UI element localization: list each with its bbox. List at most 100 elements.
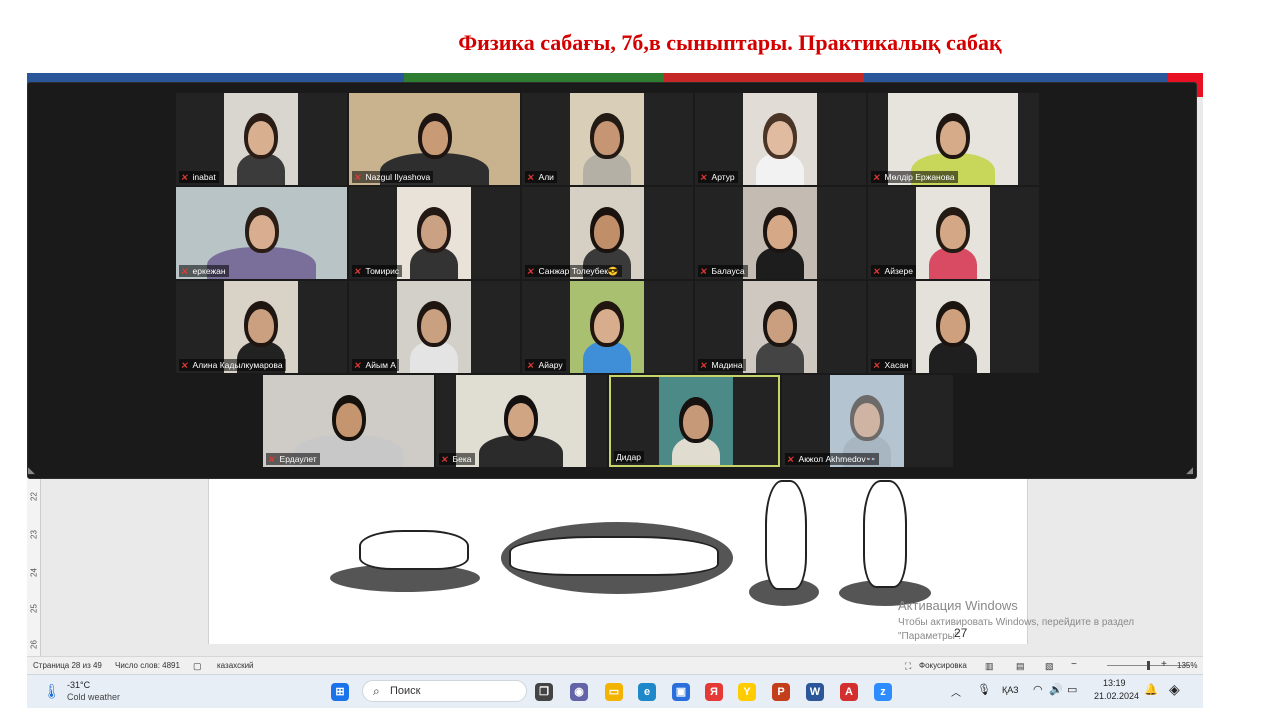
yandex-icon[interactable]: Я <box>705 683 723 701</box>
battery-icon[interactable]: ▭ <box>1067 683 1077 696</box>
language-indicator[interactable]: казахский <box>217 661 254 670</box>
participant-tile[interactable]: ⨯ Балауса <box>695 187 866 279</box>
taskbar-search[interactable]: ⌕ Поиск <box>362 680 527 702</box>
participant-face <box>248 121 274 155</box>
participant-tile[interactable]: ⨯ Хасан <box>868 281 1039 373</box>
notification-bell-icon[interactable]: 🔔 <box>1144 683 1158 696</box>
muted-microphone-icon: ⨯ <box>526 172 536 182</box>
zoom-level[interactable]: 135% <box>1177 661 1197 670</box>
participant-nameplate: ⨯ Nazgul Ilyashova <box>352 171 434 183</box>
participant-name: еркежан <box>192 266 226 276</box>
taskview-icon[interactable]: ❐ <box>535 683 553 701</box>
participant-face <box>248 215 275 249</box>
participant-tile[interactable]: ⨯ Алина Кадылкумарова <box>176 281 347 373</box>
chat-icon[interactable]: ◉ <box>570 683 588 701</box>
weather-temperature[interactable]: -31°C <box>67 680 90 690</box>
participant-tile[interactable]: ⨯ Али <box>522 93 693 185</box>
participant-tile[interactable]: ⨯ Акжол Akhmedov👓 <box>782 375 953 467</box>
participant-tile[interactable]: ⨯ Ердаулет <box>263 375 434 467</box>
participant-name: Алина Кадылкумарова <box>192 360 283 370</box>
participant-tile[interactable]: ⨯ Айару <box>522 281 693 373</box>
participant-tile[interactable]: ⨯ Айзере <box>868 187 1039 279</box>
powerpoint-icon[interactable]: P <box>772 683 790 701</box>
participant-video <box>916 187 990 279</box>
keyboard-language[interactable]: ҚАЗ <box>1002 685 1019 695</box>
participant-tile[interactable]: ⨯ Артур <box>695 93 866 185</box>
word-count[interactable]: Число слов: 4891 <box>115 661 180 670</box>
microphone-icon[interactable]: 🎙 <box>977 683 991 696</box>
participant-nameplate: ⨯ Айару <box>525 359 566 371</box>
participant-tile[interactable]: ⨯ Nazgul Ilyashova <box>349 93 520 185</box>
web-layout-icon[interactable]: ▧ <box>1045 661 1054 672</box>
participant-nameplate: ⨯ Хасан <box>871 359 912 371</box>
start-icon[interactable]: ⊞ <box>331 683 349 701</box>
participant-nameplate: ⨯ Айзере <box>871 265 916 277</box>
participant-name: inabat <box>192 172 216 182</box>
muted-microphone-icon: ⨯ <box>699 172 709 182</box>
participant-tile[interactable]: ⨯ Бека <box>436 375 607 467</box>
participant-tile[interactable]: ⨯ inabat <box>176 93 347 185</box>
participant-video <box>743 281 817 373</box>
zoom-icon[interactable]: z <box>874 683 892 701</box>
word-icon[interactable]: W <box>806 683 824 701</box>
participant-name: Ердаулет <box>279 454 317 464</box>
participant-tile[interactable]: ⨯ Томирис <box>349 187 520 279</box>
participant-face <box>767 309 793 343</box>
participant-tile[interactable]: ⨯ Санжар Толеубек😎 <box>522 187 693 279</box>
participant-tile[interactable]: ⨯ Айым А <box>349 281 520 373</box>
copilot-icon[interactable]: ◈ <box>1169 681 1180 698</box>
page-count[interactable]: Страница 28 из 49 <box>33 661 102 670</box>
wifi-icon[interactable]: ◠ <box>1033 683 1043 696</box>
participant-nameplate: ⨯ inabat <box>179 171 219 183</box>
store-icon[interactable]: ▣ <box>672 683 690 701</box>
focus-icon[interactable]: ⛶ <box>905 661 911 672</box>
participant-video <box>659 377 733 465</box>
activation-title: Активация Windows <box>898 598 1018 613</box>
print-layout-icon[interactable]: ▤ <box>1016 661 1025 672</box>
participant-video <box>570 281 644 373</box>
yandex-browser-icon[interactable]: Y <box>738 683 756 701</box>
participant-tile[interactable]: Дидар <box>609 375 780 467</box>
participant-nameplate: ⨯ Мөлдір Ержанова <box>871 171 958 183</box>
edge-icon[interactable]: e <box>638 683 656 701</box>
volume-icon[interactable]: 🔊 <box>1049 683 1063 696</box>
explorer-icon[interactable]: ▭ <box>605 683 623 701</box>
resize-grip-icon[interactable]: ◢ <box>1186 465 1193 476</box>
participant-name: Санжар Толеубек😎 <box>538 266 619 276</box>
clock-time[interactable]: 13:19 <box>1103 678 1126 688</box>
exercise-figure-standing <box>863 480 907 588</box>
muted-microphone-icon: ⨯ <box>699 266 709 276</box>
participant-tile[interactable]: ⨯ Мөлдір Ержанова <box>868 93 1039 185</box>
search-placeholder: Поиск <box>390 685 421 697</box>
participant-name: Мөлдір Ержанова <box>884 172 955 182</box>
weather-description[interactable]: Cold weather <box>67 692 120 702</box>
zoom-gallery-window: ⨯ inabat ⨯ Nazgul Ilyashova ⨯ Али ⨯ Артур ⨯ Мөлді… <box>27 82 1197 479</box>
read-mode-icon[interactable]: ▥ <box>985 661 994 672</box>
chevron-up-icon[interactable]: ︿ <box>951 684 961 699</box>
clock-date[interactable]: 21.02.2024 <box>1094 691 1139 701</box>
participant-nameplate: ⨯ Бека <box>439 453 475 465</box>
muted-microphone-icon: ⨯ <box>180 266 190 276</box>
participant-tile[interactable]: ⨯ еркежан <box>176 187 347 279</box>
proofing-icon[interactable]: ▢ <box>193 661 202 672</box>
focus-mode-button[interactable]: Фокусировка <box>919 661 967 670</box>
resize-grip-icon-left[interactable]: ◣ <box>28 465 35 476</box>
participant-name: Айзере <box>884 266 913 276</box>
participant-face <box>421 215 447 249</box>
ruler-number: 25 <box>29 604 39 613</box>
acrobat-icon[interactable]: A <box>840 683 858 701</box>
participant-name: Айым А <box>365 360 396 370</box>
participant-nameplate: ⨯ Акжол Akhmedov👓 <box>785 453 880 465</box>
muted-microphone-icon: ⨯ <box>872 266 882 276</box>
participant-name: Томирис <box>365 266 400 276</box>
zoom-slider-thumb[interactable] <box>1147 661 1150 670</box>
thermometer-icon[interactable]: 🌡 <box>43 683 61 700</box>
zoom-in-icon[interactable]: + <box>1161 659 1167 670</box>
muted-microphone-icon: ⨯ <box>786 454 796 464</box>
participant-video <box>224 93 298 185</box>
participant-tile[interactable]: ⨯ Мадина <box>695 281 866 373</box>
zoom-out-icon[interactable]: − <box>1071 659 1077 670</box>
participant-name: Балауса <box>711 266 745 276</box>
participant-video <box>743 93 817 185</box>
participant-name: Бека <box>452 454 472 464</box>
